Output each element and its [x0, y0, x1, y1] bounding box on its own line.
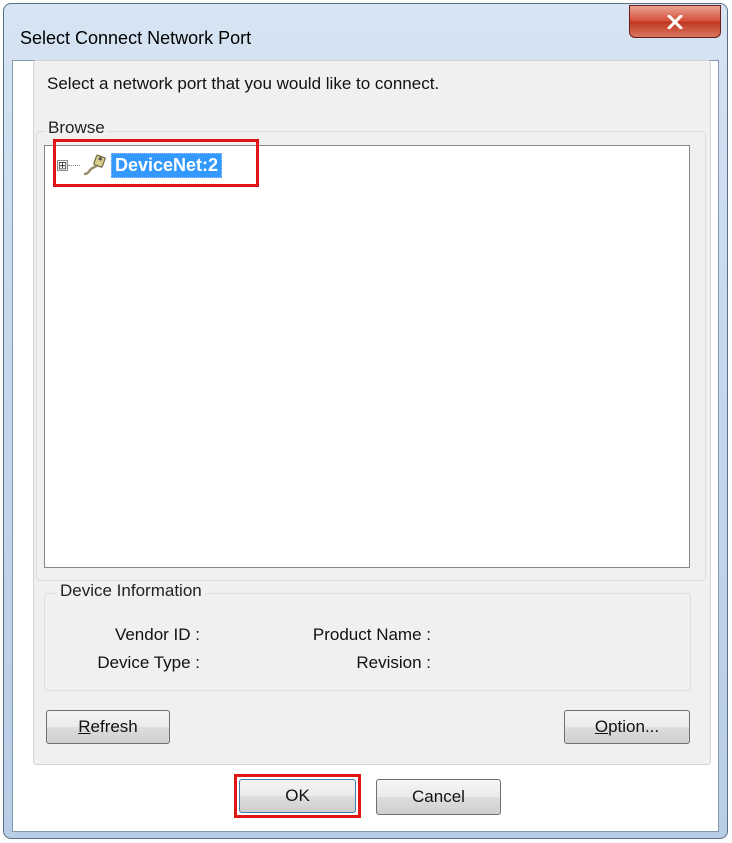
highlight-box-devicenet: [53, 139, 259, 187]
title-bar[interactable]: Select Connect Network Port: [4, 4, 727, 64]
device-information-legend: Device Information: [57, 581, 205, 601]
revision-label: Revision :: [356, 653, 431, 672]
window-title: Select Connect Network Port: [20, 28, 252, 48]
product-name-label: Product Name :: [312, 625, 431, 644]
instruction-text: Select a network port that you would lik…: [47, 74, 440, 93]
browse-legend: Browse: [45, 118, 108, 138]
close-button[interactable]: [629, 5, 721, 38]
refresh-mnemonic: R: [78, 717, 91, 736]
vendor-id-label: Vendor ID :: [114, 625, 200, 644]
option-label-rest: ption...: [608, 717, 660, 736]
device-type-label: Device Type :: [97, 653, 200, 672]
network-tree[interactable]: ⊞ DeviceNet:2: [44, 145, 690, 568]
close-x-icon: [667, 14, 683, 29]
option-button[interactable]: Option...: [564, 710, 690, 744]
cancel-button[interactable]: Cancel: [376, 779, 501, 815]
highlight-box-ok: [234, 774, 361, 818]
refresh-button[interactable]: Refresh: [46, 710, 170, 744]
option-mnemonic: O: [594, 717, 609, 736]
refresh-label-rest: efresh: [90, 717, 138, 736]
